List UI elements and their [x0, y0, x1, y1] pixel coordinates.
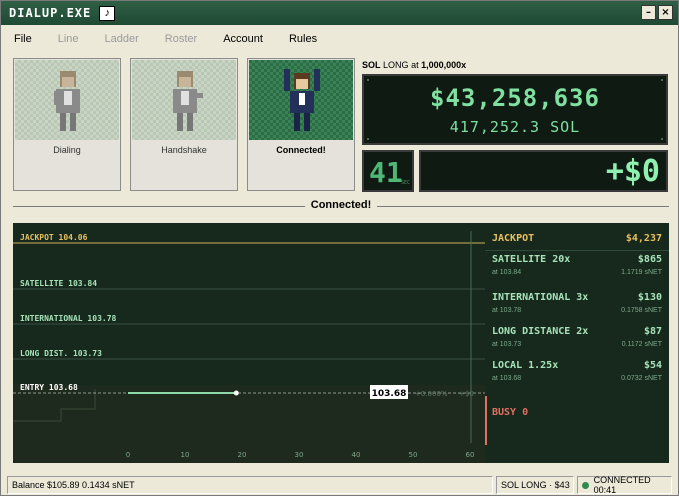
pnl-display: +$0 — [419, 150, 668, 192]
tier-trigger-price: at 103.78 — [492, 307, 522, 314]
menu-item-rules[interactable]: Rules — [289, 33, 317, 45]
current-price-dot — [233, 390, 239, 396]
busy-label: BUSY — [492, 407, 517, 418]
x-tick-label: 50 — [409, 451, 418, 459]
stage-label: Dialing — [53, 145, 81, 155]
price-chart: JACKPOT 104.06 SATELLITE 103.84 INTERNATIO… — [13, 223, 485, 463]
pnl-value: +$0 — [605, 154, 660, 189]
notional-value: $43,258,636 — [430, 84, 600, 112]
stage-card-dialing: Dialing — [13, 58, 121, 191]
menu-item-account[interactable]: Account — [223, 33, 263, 45]
menu-item-file[interactable]: File — [14, 33, 32, 45]
menu-item-ladder[interactable]: Ladder — [105, 33, 139, 45]
timer-display: 41 SEC — [362, 150, 414, 192]
dialup-window: DIALUP.EXE ♪ – × File Line Ladder Roster Acc… — [0, 0, 679, 496]
tier-name: JACKPOT — [492, 233, 535, 244]
tier-snet: 0.1758 sNET — [621, 307, 662, 314]
position-leverage: 1,000,000x — [421, 60, 467, 70]
menu-item-roster[interactable]: Roster — [165, 33, 197, 45]
tier-row-satellite: SATELLITE 20x $865 at 103.84 1.1719 sNET — [492, 254, 662, 282]
connected-figure-icon — [284, 69, 320, 131]
minimize-button[interactable]: – — [641, 5, 656, 20]
busy-indicator-bar — [485, 396, 487, 445]
tier-snet: 0.0732 sNET — [621, 375, 662, 382]
busy-count: 0 — [522, 407, 529, 418]
position-field: SOL LONG · $43 — [496, 476, 574, 494]
position-size: 417,252.3 SOL — [449, 118, 581, 136]
position-symbol: SOL — [362, 60, 381, 70]
tier-payout: $130 — [637, 292, 662, 303]
close-button[interactable]: × — [658, 5, 673, 20]
tier-name: LONG DISTANCE 2x — [492, 326, 589, 337]
title-bar[interactable]: DIALUP.EXE ♪ – × — [1, 1, 678, 25]
tier-row-long-distance: LONG DISTANCE 2x $87 at 103.73 0.1172 sNET — [492, 326, 662, 354]
current-price-label: 103.68 — [372, 389, 407, 399]
x-tick-label: 20 — [238, 451, 247, 459]
tier-trigger-price: at 103.68 — [492, 375, 522, 382]
music-note-icon[interactable]: ♪ — [99, 5, 116, 21]
dialing-figure-icon — [54, 71, 80, 131]
status-bar: Balance $105.89 0.1434 sNET SOL LONG · $… — [1, 475, 678, 495]
tier-name: LOCAL 1.25x — [492, 360, 559, 371]
x-tick-label: 40 — [352, 451, 361, 459]
handshake-figure-icon — [173, 71, 203, 131]
status-message: Connected! — [304, 199, 378, 211]
tier-row-international: INTERNATIONAL 3x $130 at 103.78 0.1758 sNET — [492, 292, 662, 320]
window-title: DIALUP.EXE — [9, 6, 92, 20]
tier-name: SATELLITE 20x — [492, 254, 571, 265]
stage-label: Handshake — [161, 145, 207, 155]
tier-payout: $4,237 — [625, 233, 662, 244]
price-chart-svg: JACKPOT 104.06 SATELLITE 103.84 INTERNATIO… — [13, 231, 485, 463]
tier-panel: BUSY 0 JACKPOT $4,237 SATELLITE 20x $865 at … — [485, 223, 669, 463]
stage-card-connected: Connected! — [247, 58, 355, 191]
tier-row-local: LOCAL 1.25x $54 at 103.68 0.0732 sNET — [492, 360, 662, 388]
level-label: JACKPOT 104.06 — [20, 233, 88, 242]
stage-label: Connected! — [276, 145, 326, 155]
desktop-strip — [0, 496, 679, 500]
x-tick-label: 0 — [126, 451, 130, 459]
tier-payout: $54 — [643, 360, 662, 371]
change-usd-label: +$0 — [459, 390, 474, 398]
level-label: SATELLITE 103.84 — [20, 279, 97, 288]
connection-status: Connected! — [13, 199, 669, 213]
tier-snet: 1.1719 sNET — [621, 269, 662, 276]
tier-trigger-price: at 103.84 — [492, 269, 522, 276]
tier-name: INTERNATIONAL 3x — [492, 292, 589, 303]
notional-display: $43,258,636 417,252.3 SOL — [362, 74, 668, 145]
level-label: ENTRY 103.68 — [20, 383, 78, 392]
timer-value: 41 — [369, 156, 403, 189]
position-header: SOL LONG at 1,000,000x — [362, 60, 466, 70]
balance-field: Balance $105.89 0.1434 sNET — [7, 476, 493, 494]
position-side: LONG — [383, 60, 409, 70]
tier-divider — [485, 250, 669, 251]
change-pct-label: +0.000% — [415, 390, 448, 398]
tier-trigger-price: at 103.73 — [492, 341, 522, 348]
x-tick-label: 30 — [295, 451, 304, 459]
position-at: at — [411, 60, 419, 70]
connection-field: CONNECTED 00:41 — [577, 475, 672, 495]
level-label: INTERNATIONAL 103.78 — [20, 314, 117, 323]
connection-dot-icon — [582, 481, 589, 489]
x-tick-label: 10 — [181, 451, 190, 459]
tier-payout: $865 — [637, 254, 662, 265]
level-label: LONG DIST. 103.73 — [20, 349, 102, 358]
stage-card-handshake: Handshake — [130, 58, 238, 191]
connection-text: CONNECTED 00:41 — [593, 475, 651, 495]
timer-unit: SEC — [401, 180, 411, 186]
menu-item-line[interactable]: Line — [58, 33, 79, 45]
x-tick-label: 60 — [466, 451, 475, 459]
tier-payout: $87 — [643, 326, 662, 337]
menu-bar: File Line Ladder Roster Account Rules — [1, 28, 678, 50]
busy-counter: BUSY 0 — [492, 407, 528, 418]
tier-snet: 0.1172 sNET — [621, 341, 662, 348]
